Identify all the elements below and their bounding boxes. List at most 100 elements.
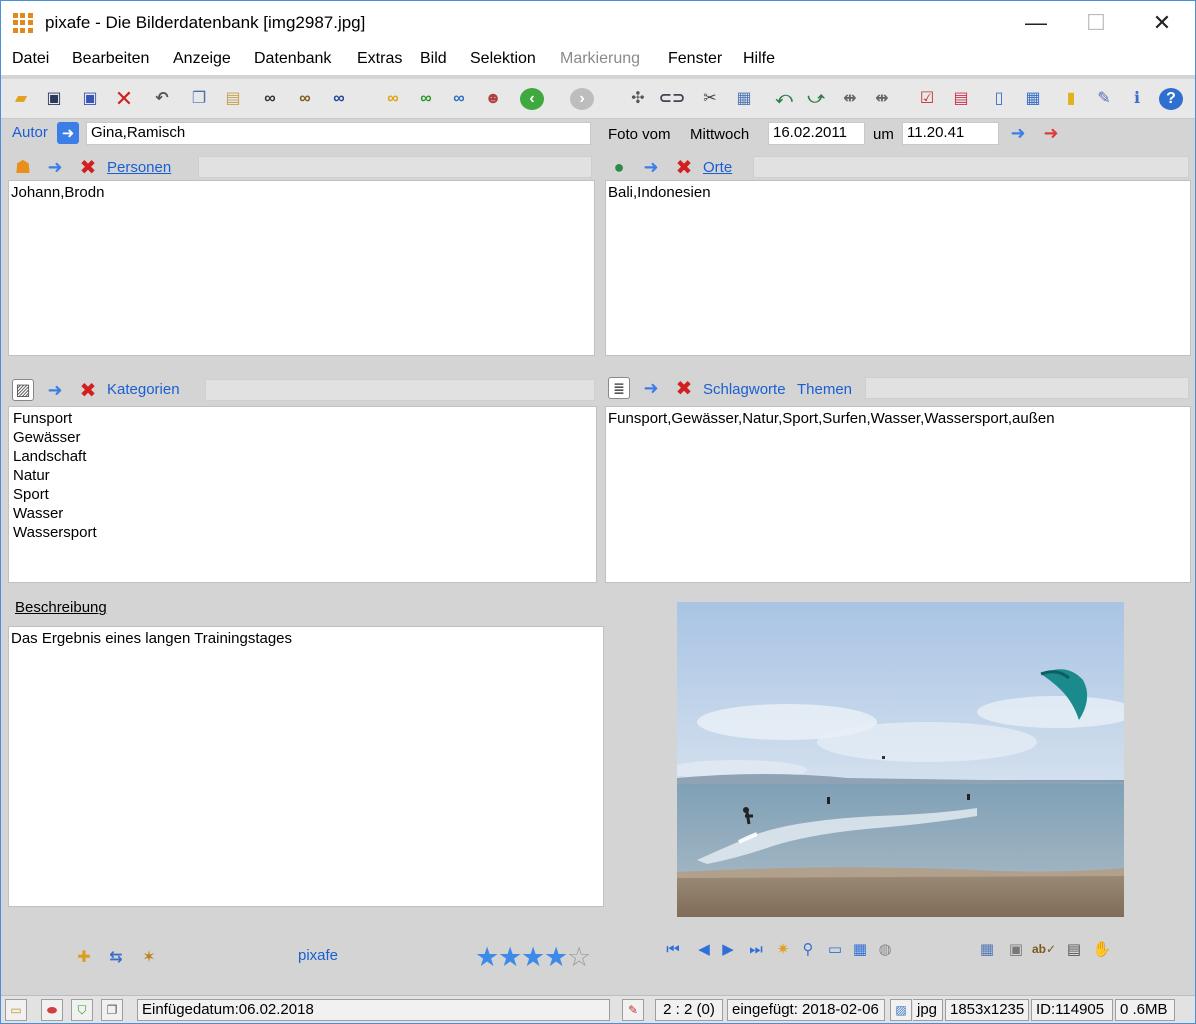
single-view-icon[interactable]: ▭ <box>824 938 846 960</box>
description-text[interactable]: Das Ergebnis eines langen Trainingstages <box>11 629 601 648</box>
menu-extras[interactable]: Extras <box>357 50 402 68</box>
list-item[interactable]: Wasser <box>13 504 594 523</box>
edit-tools-icon[interactable]: ✂ <box>698 88 722 110</box>
database-icon[interactable]: ▮ <box>1059 88 1083 110</box>
slideshow-icon[interactable]: ✷ <box>772 938 794 960</box>
list-item[interactable]: Gewässer <box>13 428 594 447</box>
save-as-icon[interactable]: ▣ <box>78 88 102 110</box>
fullscreen-icon[interactable]: ◍ <box>874 938 896 960</box>
list-item[interactable]: Wassersport <box>13 523 594 542</box>
rating-star-5-icon[interactable]: ☆ <box>567 944 591 971</box>
image-edit-icon[interactable]: ▦ <box>732 88 756 110</box>
menu-markierung[interactable]: Markierung <box>560 50 640 68</box>
hand-tool-icon[interactable]: ✋ <box>1091 938 1113 960</box>
photo-date-field[interactable]: 16.02.2011 <box>768 122 865 145</box>
settings-icon[interactable]: ✎ <box>1092 88 1116 110</box>
persons-remove-icon[interactable]: ✖ <box>77 156 99 179</box>
spellcheck-icon[interactable]: ab✓ <box>1032 938 1056 960</box>
menu-bild[interactable]: Bild <box>420 50 447 68</box>
list-item[interactable]: Bali,Indonesien <box>608 183 1188 202</box>
add-icon[interactable]: ✚ <box>73 946 95 968</box>
persons-search-bar[interactable] <box>198 156 592 178</box>
persons-list[interactable]: Johann,Brodn <box>8 180 595 356</box>
list-item[interactable]: Sport <box>13 485 594 504</box>
categories-search-bar[interactable] <box>205 379 595 401</box>
paste-icon[interactable]: ▤ <box>221 88 245 110</box>
first-image-icon[interactable]: ⏮ <box>662 938 684 960</box>
next-image-icon[interactable]: ▶ <box>717 938 739 960</box>
search-person-icon[interactable]: ∞ <box>447 88 471 110</box>
places-apply-arrow-icon[interactable]: ➜ <box>640 156 662 178</box>
forward-icon[interactable]: › <box>570 88 594 110</box>
binoculars-icon[interactable]: ∞ <box>258 88 282 110</box>
list-item[interactable]: Johann,Brodn <box>11 183 592 202</box>
menu-datei[interactable]: Datei <box>12 50 49 68</box>
status-sync-icon[interactable]: ⬬ <box>41 999 63 1021</box>
undo-icon[interactable]: ↶ <box>150 88 174 110</box>
photo-time-field[interactable]: 11.20.41 <box>902 122 999 145</box>
keywords-apply-arrow-icon[interactable]: ➜ <box>640 377 662 399</box>
flip-right-icon[interactable]: ⇹ <box>870 88 894 110</box>
rating-star-3-icon[interactable]: ★ <box>521 944 545 971</box>
open-folder-icon[interactable]: ▰ <box>9 88 33 110</box>
search-orange-icon[interactable]: ∞ <box>381 88 405 110</box>
panel-grid-icon[interactable]: ▦ <box>1021 88 1045 110</box>
date-apply-arrow-icon[interactable]: ➜ <box>1007 122 1029 144</box>
persons-icon[interactable]: ☻ <box>481 88 505 110</box>
copy-icon[interactable]: ❐ <box>187 88 211 110</box>
menu-fenster[interactable]: Fenster <box>668 50 722 68</box>
delete-icon[interactable]: ✕ <box>112 88 136 110</box>
search-green-icon[interactable]: ∞ <box>414 88 438 110</box>
keywords-search-bar[interactable] <box>865 377 1189 399</box>
close-button[interactable]: ✕ <box>1139 1 1185 45</box>
last-image-icon[interactable]: ⏭ <box>745 938 767 960</box>
description-field[interactable]: Das Ergebnis eines langen Trainingstages <box>8 626 604 907</box>
flip-left-icon[interactable]: ⇹ <box>838 88 862 110</box>
zoom-icon[interactable]: ⚲ <box>797 938 819 960</box>
list-item[interactable]: Landschaft <box>13 447 594 466</box>
rating-star-2-icon[interactable]: ★ <box>498 944 522 971</box>
menu-datenbank[interactable]: Datenbank <box>254 50 331 68</box>
places-remove-icon[interactable]: ✖ <box>673 156 695 179</box>
date-clear-arrow-icon[interactable]: ➜ <box>1040 122 1062 144</box>
persons-label[interactable]: Personen <box>107 159 171 176</box>
rotate-right-icon[interactable]: ⤻ <box>804 88 828 110</box>
keywords-remove-icon[interactable]: ✖ <box>673 377 695 400</box>
previous-image-icon[interactable]: ◀ <box>693 938 715 960</box>
back-icon[interactable]: ‹ <box>520 88 544 110</box>
menu-selektion[interactable]: Selektion <box>470 50 536 68</box>
places-list[interactable]: Bali,Indonesien <box>605 180 1191 356</box>
rating-star-1-icon[interactable]: ★ <box>475 944 499 971</box>
minimize-button[interactable]: — <box>1013 1 1059 45</box>
status-windows-icon[interactable]: ❐ <box>101 999 123 1021</box>
export-icon[interactable]: ▤ <box>949 88 973 110</box>
categories-list[interactable]: Funsport Gewässer Landschaft Natur Sport… <box>8 406 597 583</box>
rotate-left-icon[interactable]: ⤺ <box>772 88 796 110</box>
menu-hilfe[interactable]: Hilfe <box>743 50 775 68</box>
find-next-icon[interactable]: ∞ <box>293 88 317 110</box>
categories-remove-icon[interactable]: ✖ <box>77 379 99 402</box>
notes-icon[interactable]: ▤ <box>1063 938 1085 960</box>
persons-apply-arrow-icon[interactable]: ➜ <box>44 156 66 178</box>
crop-icon[interactable]: ▣ <box>1005 938 1027 960</box>
list-item[interactable]: Natur <box>13 466 594 485</box>
menu-bearbeiten[interactable]: Bearbeiten <box>72 50 149 68</box>
author-field[interactable]: Gina,Ramisch <box>86 122 591 145</box>
categories-label[interactable]: Kategorien <box>107 381 180 398</box>
status-shield-icon[interactable]: ⛉ <box>71 999 93 1021</box>
panel-left-icon[interactable]: ▯ <box>987 88 1011 110</box>
shuffle-icon[interactable]: ✣ <box>626 88 650 110</box>
find-all-icon[interactable]: ∞ <box>327 88 351 110</box>
maximize-button[interactable]: ☐ <box>1073 1 1119 45</box>
list-item[interactable]: Funsport <box>13 409 594 428</box>
places-search-bar[interactable] <box>753 156 1189 178</box>
checklist-icon[interactable]: ☑ <box>915 88 939 110</box>
swap-icon[interactable]: ⇆ <box>105 946 127 968</box>
author-apply-arrow-icon[interactable]: ➜ <box>57 122 79 144</box>
list-item[interactable]: Funsport,Gewässer,Natur,Sport,Surfen,Was… <box>608 409 1188 428</box>
themes-label[interactable]: Themen <box>797 381 852 398</box>
menu-anzeige[interactable]: Anzeige <box>173 50 231 68</box>
image-properties-icon[interactable]: ▦ <box>976 938 998 960</box>
status-db-icon[interactable]: ▭ <box>5 999 27 1021</box>
status-edit-icon[interactable]: ✎ <box>622 999 644 1021</box>
